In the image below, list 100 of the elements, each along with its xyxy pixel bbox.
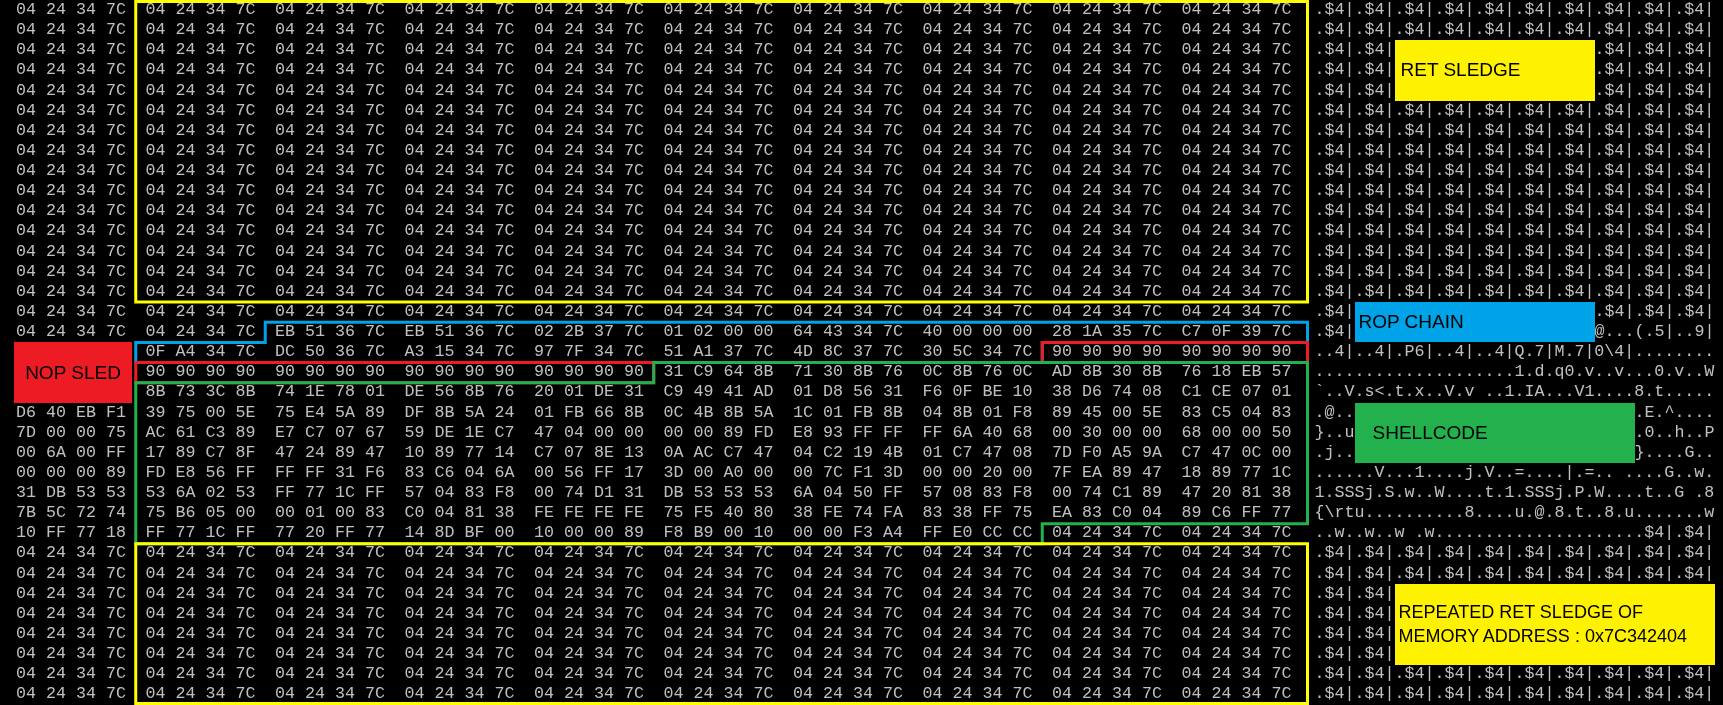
- hex-bytes: 04 24 34 7C: [404, 181, 515, 202]
- hex-bytes: 04 24 34 7C: [145, 664, 256, 685]
- hex-bytes: 04 24 34 7C: [922, 644, 1033, 665]
- ascii-text: .$4|: [1314, 301, 1355, 322]
- hex-bytes: 04 24 34 7C: [663, 201, 774, 222]
- hex-bytes: 04 24 34 7C: [145, 583, 256, 604]
- hex-bytes: 04 24 34 7C: [16, 0, 126, 21]
- hex-bytes: 04 24 34 7C: [145, 543, 256, 564]
- hex-bytes: 04 24 34 7C: [1052, 40, 1162, 61]
- hex-bytes: 04 24 34 7C: [275, 120, 385, 141]
- hex-bytes: 04 24 34 7C: [793, 221, 903, 242]
- hex-bytes: 04 24 34 7C: [404, 0, 515, 21]
- hex-bytes: 04 24 34 7C: [275, 221, 385, 242]
- hex-bytes: 7B 5C 72 74: [16, 503, 126, 524]
- hex-bytes: D6 40 EB F1: [16, 402, 126, 423]
- hex-bytes: 04 24 34 7C: [663, 80, 774, 101]
- hex-bytes: 75 B6 05 00: [145, 503, 256, 524]
- hex-bytes: 04 24 34 7C: [663, 301, 774, 322]
- hex-bytes: 04 24 34 7C: [275, 60, 385, 81]
- ascii-text: .$4|.$4|.$4|.$4|.$4|.$4|.$4|.$4|.$4|.$4|: [1314, 684, 1715, 705]
- hex-bytes: 04 24 34 7C: [793, 543, 903, 564]
- hex-bytes: 14 8D BF 00: [404, 523, 515, 544]
- annotation-label: SHELLCODE: [1354, 402, 1635, 464]
- hex-bytes: 04 24 34 7C: [1181, 664, 1292, 685]
- hex-bytes: FE FE FE FE: [534, 503, 644, 524]
- hex-bytes: 04 24 34 7C: [145, 201, 256, 222]
- hex-bytes: C7 47 0C 00: [1181, 442, 1292, 463]
- hex-bytes: 04 24 34 7C: [922, 100, 1033, 121]
- hex-bytes: 04 24 34 7C: [663, 140, 774, 161]
- hex-bytes: 04 24 34 7C: [1181, 221, 1292, 242]
- hex-bytes: 51 A1 37 7C: [663, 342, 774, 363]
- hex-bytes: 04 24 34 7C: [275, 100, 385, 121]
- hex-bytes: 04 24 34 7C: [404, 161, 515, 182]
- hex-bytes: 04 24 34 7C: [275, 301, 385, 322]
- hex-bytes: 04 24 34 7C: [1181, 120, 1292, 141]
- hex-bytes: FF 6A 40 68: [922, 422, 1033, 443]
- annotation-label: RET SLEDGE: [1394, 40, 1595, 101]
- hex-bytes: 04 24 34 7C: [1052, 523, 1162, 544]
- hex-bytes: 30 5C 34 7C: [922, 342, 1033, 363]
- hex-bytes: 04 24 34 7C: [145, 322, 256, 343]
- ascii-text: .$4|.$4|: [1314, 603, 1395, 624]
- hex-bytes: 04 24 34 7C: [534, 201, 644, 222]
- hex-bytes: 04 24 34 7C: [16, 161, 126, 182]
- hex-bytes: 04 24 34 7C: [1052, 644, 1162, 665]
- hex-bytes: 1C 01 FB 8B: [793, 402, 903, 423]
- hex-bytes: 04 24 34 7C: [1052, 0, 1162, 21]
- hex-bytes: 89 45 00 5E: [1052, 402, 1162, 423]
- hex-bytes: 04 24 34 7C: [534, 140, 644, 161]
- hex-bytes: 77 20 FF 77: [275, 523, 385, 544]
- hex-bytes: E8 93 FF FF: [793, 422, 903, 443]
- hex-bytes: 90 90 90 90: [1052, 342, 1162, 363]
- hex-bytes: 04 24 34 7C: [145, 40, 256, 61]
- hex-bytes: 04 24 34 7C: [275, 181, 385, 202]
- ascii-text: .$4|.$4|: [1314, 60, 1395, 81]
- hex-bytes: 04 24 34 7C: [145, 0, 256, 21]
- hex-bytes: 04 24 34 7C: [793, 301, 903, 322]
- hex-bytes: 04 24 34 7C: [793, 281, 903, 302]
- hex-bytes: 04 24 34 7C: [275, 40, 385, 61]
- hex-bytes: 04 24 34 7C: [534, 80, 644, 101]
- hex-bytes: 00 74 C1 89: [1052, 483, 1162, 504]
- hex-bytes: 04 24 34 7C: [663, 583, 774, 604]
- hex-bytes: 04 24 34 7C: [145, 221, 256, 242]
- hex-bytes: 04 24 34 7C: [145, 261, 256, 282]
- hex-bytes: 00 30 00 00: [1052, 422, 1162, 443]
- hex-bytes: 04 24 34 7C: [1052, 120, 1162, 141]
- hex-bytes: 04 24 34 7C: [404, 40, 515, 61]
- hex-bytes: 89 C6 FF 77: [1181, 503, 1292, 524]
- hex-bytes: 47 24 89 47: [275, 442, 385, 463]
- hex-bytes: 04 24 34 7C: [1052, 261, 1162, 282]
- hex-bytes: 04 24 34 7C: [793, 60, 903, 81]
- hex-bytes: 10 00 00 89: [534, 523, 644, 544]
- hex-bytes: 04 24 34 7C: [145, 241, 256, 262]
- hex-bytes: 04 24 34 7C: [922, 241, 1033, 262]
- hex-bytes: 04 24 34 7C: [663, 181, 774, 202]
- hex-bytes: 04 24 34 7C: [145, 623, 256, 644]
- hex-bytes: 04 24 34 7C: [1052, 623, 1162, 644]
- hex-bytes: 04 24 34 7C: [16, 543, 126, 564]
- hex-bytes: 59 DE 1E C7: [404, 422, 515, 443]
- hex-bytes: 6A 04 50 FF: [793, 483, 903, 504]
- hex-bytes: 04 24 34 7C: [534, 120, 644, 141]
- hex-bytes: 90 90 90 90: [145, 362, 256, 383]
- hex-bytes: 90 90 90 90: [534, 362, 644, 383]
- hex-bytes: 04 24 34 7C: [922, 181, 1033, 202]
- hex-bytes: 04 24 34 7C: [1052, 241, 1162, 262]
- hex-bytes: 04 24 34 7C: [16, 684, 126, 705]
- hex-bytes: 90 90 90 90: [275, 362, 385, 383]
- ascii-text: .$4|.$4|.$4|.$4|.$4|.$4|.$4|.$4|.$4|.$4|: [1314, 20, 1715, 41]
- hex-bytes: 04 24 34 7C: [1181, 60, 1292, 81]
- hex-bytes: 04 24 34 7C: [922, 603, 1033, 624]
- ascii-text: .$4|.$4|.$4|.$4|.$4|.$4|.$4|.$4|.$4|.$4|: [1314, 221, 1715, 242]
- hex-bytes: 04 24 34 7C: [1052, 100, 1162, 121]
- hex-bytes: 04 24 34 7C: [275, 684, 385, 705]
- annotation-label: ROP CHAIN: [1354, 302, 1595, 343]
- hex-bytes: 40 00 00 00: [922, 322, 1033, 343]
- hex-bytes: 04 24 34 7C: [663, 100, 774, 121]
- hex-bytes: FF E0 CC CC: [922, 523, 1033, 544]
- hex-bytes: 04 24 34 7C: [404, 100, 515, 121]
- hex-bytes: 04 24 34 7C: [534, 583, 644, 604]
- hex-bytes: 7D 00 00 75: [16, 422, 126, 443]
- hex-bytes: 04 24 34 7C: [275, 644, 385, 665]
